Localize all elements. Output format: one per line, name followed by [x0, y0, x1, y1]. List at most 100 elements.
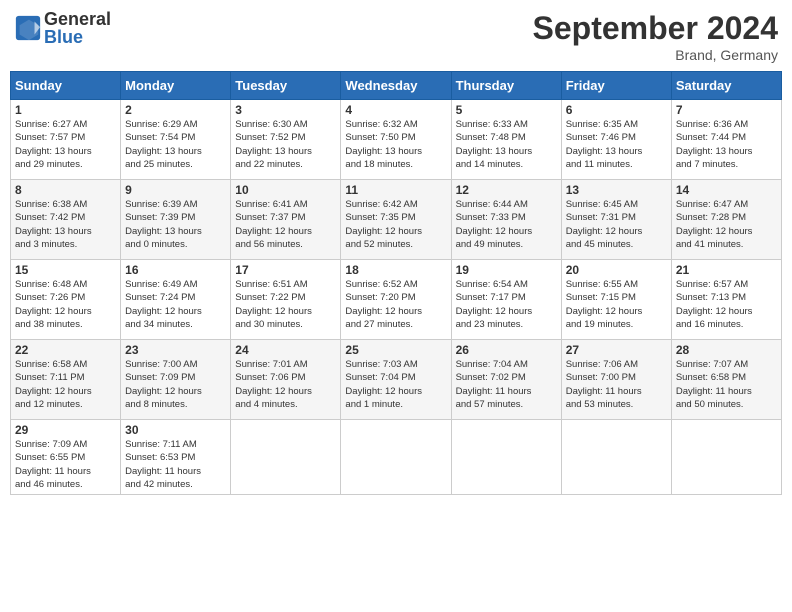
- day-number: 22: [15, 343, 116, 357]
- calendar-table: SundayMondayTuesdayWednesdayThursdayFrid…: [10, 71, 782, 495]
- calendar-cell: 5Sunrise: 6:33 AM Sunset: 7:48 PM Daylig…: [451, 100, 561, 180]
- calendar-cell: 21Sunrise: 6:57 AM Sunset: 7:13 PM Dayli…: [671, 260, 781, 340]
- calendar-cell: [341, 420, 451, 495]
- calendar-cell: 24Sunrise: 7:01 AM Sunset: 7:06 PM Dayli…: [231, 340, 341, 420]
- day-number: 10: [235, 183, 336, 197]
- calendar-cell: [671, 420, 781, 495]
- day-number: 23: [125, 343, 226, 357]
- day-number: 20: [566, 263, 667, 277]
- day-header: Friday: [561, 72, 671, 100]
- cell-info: Sunrise: 6:54 AM Sunset: 7:17 PM Dayligh…: [456, 278, 557, 331]
- cell-info: Sunrise: 6:36 AM Sunset: 7:44 PM Dayligh…: [676, 118, 777, 171]
- day-number: 1: [15, 103, 116, 117]
- day-number: 7: [676, 103, 777, 117]
- logo-text: General Blue: [44, 10, 111, 46]
- cell-info: Sunrise: 6:49 AM Sunset: 7:24 PM Dayligh…: [125, 278, 226, 331]
- calendar-cell: 20Sunrise: 6:55 AM Sunset: 7:15 PM Dayli…: [561, 260, 671, 340]
- day-number: 29: [15, 423, 116, 437]
- calendar-cell: 1Sunrise: 6:27 AM Sunset: 7:57 PM Daylig…: [11, 100, 121, 180]
- day-number: 26: [456, 343, 557, 357]
- calendar-cell: 16Sunrise: 6:49 AM Sunset: 7:24 PM Dayli…: [121, 260, 231, 340]
- day-number: 17: [235, 263, 336, 277]
- day-number: 14: [676, 183, 777, 197]
- calendar-cell: 4Sunrise: 6:32 AM Sunset: 7:50 PM Daylig…: [341, 100, 451, 180]
- cell-info: Sunrise: 6:58 AM Sunset: 7:11 PM Dayligh…: [15, 358, 116, 411]
- day-header: Saturday: [671, 72, 781, 100]
- cell-info: Sunrise: 6:30 AM Sunset: 7:52 PM Dayligh…: [235, 118, 336, 171]
- day-number: 27: [566, 343, 667, 357]
- day-number: 5: [456, 103, 557, 117]
- cell-info: Sunrise: 6:42 AM Sunset: 7:35 PM Dayligh…: [345, 198, 446, 251]
- day-header: Sunday: [11, 72, 121, 100]
- calendar-cell: 25Sunrise: 7:03 AM Sunset: 7:04 PM Dayli…: [341, 340, 451, 420]
- calendar-cell: 10Sunrise: 6:41 AM Sunset: 7:37 PM Dayli…: [231, 180, 341, 260]
- day-number: 19: [456, 263, 557, 277]
- day-header: Monday: [121, 72, 231, 100]
- cell-info: Sunrise: 6:35 AM Sunset: 7:46 PM Dayligh…: [566, 118, 667, 171]
- day-number: 9: [125, 183, 226, 197]
- cell-info: Sunrise: 7:07 AM Sunset: 6:58 PM Dayligh…: [676, 358, 777, 411]
- calendar-cell: 9Sunrise: 6:39 AM Sunset: 7:39 PM Daylig…: [121, 180, 231, 260]
- day-number: 4: [345, 103, 446, 117]
- cell-info: Sunrise: 6:44 AM Sunset: 7:33 PM Dayligh…: [456, 198, 557, 251]
- title-block: September 2024 Brand, Germany: [533, 10, 778, 63]
- calendar-cell: 23Sunrise: 7:00 AM Sunset: 7:09 PM Dayli…: [121, 340, 231, 420]
- calendar-cell: 2Sunrise: 6:29 AM Sunset: 7:54 PM Daylig…: [121, 100, 231, 180]
- logo-blue: Blue: [44, 28, 111, 46]
- day-header: Tuesday: [231, 72, 341, 100]
- calendar-header-row: SundayMondayTuesdayWednesdayThursdayFrid…: [11, 72, 782, 100]
- cell-info: Sunrise: 7:06 AM Sunset: 7:00 PM Dayligh…: [566, 358, 667, 411]
- day-header: Wednesday: [341, 72, 451, 100]
- cell-info: Sunrise: 6:41 AM Sunset: 7:37 PM Dayligh…: [235, 198, 336, 251]
- page-header: General Blue September 2024 Brand, Germa…: [10, 10, 782, 63]
- calendar-cell: 17Sunrise: 6:51 AM Sunset: 7:22 PM Dayli…: [231, 260, 341, 340]
- cell-info: Sunrise: 6:52 AM Sunset: 7:20 PM Dayligh…: [345, 278, 446, 331]
- calendar-cell: 30Sunrise: 7:11 AM Sunset: 6:53 PM Dayli…: [121, 420, 231, 495]
- cell-info: Sunrise: 6:27 AM Sunset: 7:57 PM Dayligh…: [15, 118, 116, 171]
- calendar-cell: 19Sunrise: 6:54 AM Sunset: 7:17 PM Dayli…: [451, 260, 561, 340]
- calendar-cell: 12Sunrise: 6:44 AM Sunset: 7:33 PM Dayli…: [451, 180, 561, 260]
- calendar-cell: 7Sunrise: 6:36 AM Sunset: 7:44 PM Daylig…: [671, 100, 781, 180]
- day-number: 28: [676, 343, 777, 357]
- calendar-cell: 29Sunrise: 7:09 AM Sunset: 6:55 PM Dayli…: [11, 420, 121, 495]
- logo: General Blue: [14, 10, 111, 46]
- cell-info: Sunrise: 7:03 AM Sunset: 7:04 PM Dayligh…: [345, 358, 446, 411]
- day-number: 11: [345, 183, 446, 197]
- day-number: 21: [676, 263, 777, 277]
- day-number: 6: [566, 103, 667, 117]
- cell-info: Sunrise: 6:57 AM Sunset: 7:13 PM Dayligh…: [676, 278, 777, 331]
- cell-info: Sunrise: 6:32 AM Sunset: 7:50 PM Dayligh…: [345, 118, 446, 171]
- day-number: 3: [235, 103, 336, 117]
- calendar-cell: [451, 420, 561, 495]
- day-number: 12: [456, 183, 557, 197]
- calendar-cell: 11Sunrise: 6:42 AM Sunset: 7:35 PM Dayli…: [341, 180, 451, 260]
- calendar-cell: 3Sunrise: 6:30 AM Sunset: 7:52 PM Daylig…: [231, 100, 341, 180]
- cell-info: Sunrise: 6:48 AM Sunset: 7:26 PM Dayligh…: [15, 278, 116, 331]
- cell-info: Sunrise: 6:29 AM Sunset: 7:54 PM Dayligh…: [125, 118, 226, 171]
- cell-info: Sunrise: 6:55 AM Sunset: 7:15 PM Dayligh…: [566, 278, 667, 331]
- day-header: Thursday: [451, 72, 561, 100]
- calendar-cell: 26Sunrise: 7:04 AM Sunset: 7:02 PM Dayli…: [451, 340, 561, 420]
- calendar-cell: 18Sunrise: 6:52 AM Sunset: 7:20 PM Dayli…: [341, 260, 451, 340]
- cell-info: Sunrise: 7:11 AM Sunset: 6:53 PM Dayligh…: [125, 438, 226, 491]
- day-number: 24: [235, 343, 336, 357]
- cell-info: Sunrise: 6:38 AM Sunset: 7:42 PM Dayligh…: [15, 198, 116, 251]
- cell-info: Sunrise: 6:51 AM Sunset: 7:22 PM Dayligh…: [235, 278, 336, 331]
- logo-general: General: [44, 10, 111, 28]
- calendar-cell: 15Sunrise: 6:48 AM Sunset: 7:26 PM Dayli…: [11, 260, 121, 340]
- day-number: 25: [345, 343, 446, 357]
- calendar-cell: 27Sunrise: 7:06 AM Sunset: 7:00 PM Dayli…: [561, 340, 671, 420]
- cell-info: Sunrise: 6:45 AM Sunset: 7:31 PM Dayligh…: [566, 198, 667, 251]
- cell-info: Sunrise: 6:47 AM Sunset: 7:28 PM Dayligh…: [676, 198, 777, 251]
- calendar-cell: 13Sunrise: 6:45 AM Sunset: 7:31 PM Dayli…: [561, 180, 671, 260]
- day-number: 8: [15, 183, 116, 197]
- cell-info: Sunrise: 7:00 AM Sunset: 7:09 PM Dayligh…: [125, 358, 226, 411]
- month-title: September 2024: [533, 10, 778, 47]
- day-number: 2: [125, 103, 226, 117]
- calendar-cell: 6Sunrise: 6:35 AM Sunset: 7:46 PM Daylig…: [561, 100, 671, 180]
- logo-icon: [14, 14, 42, 42]
- cell-info: Sunrise: 7:09 AM Sunset: 6:55 PM Dayligh…: [15, 438, 116, 491]
- day-number: 16: [125, 263, 226, 277]
- cell-info: Sunrise: 7:01 AM Sunset: 7:06 PM Dayligh…: [235, 358, 336, 411]
- cell-info: Sunrise: 7:04 AM Sunset: 7:02 PM Dayligh…: [456, 358, 557, 411]
